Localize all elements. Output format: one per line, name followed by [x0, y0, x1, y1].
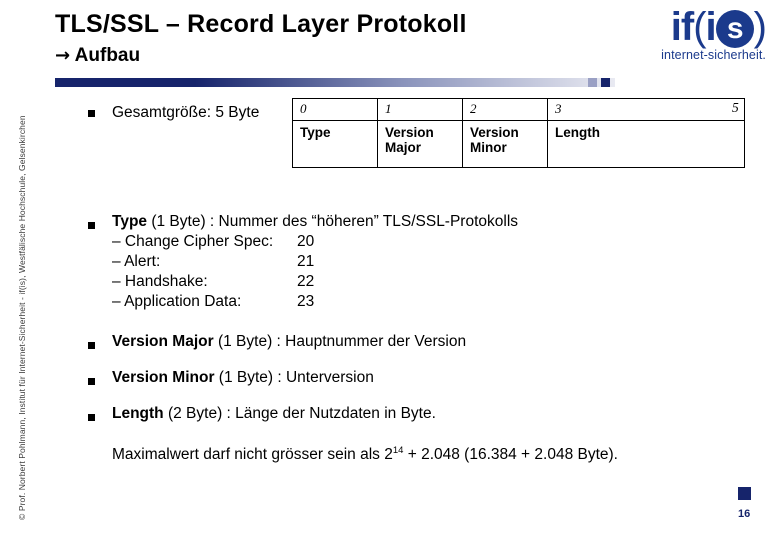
- field-vmin-line1: Version: [470, 125, 519, 140]
- field-vmin-line2: Minor: [470, 140, 507, 155]
- page-number: 16: [738, 508, 751, 520]
- sublist-value-3: 23: [297, 293, 315, 310]
- bullet-5-rest: (2 Byte) : Länge der Nutzdaten in Byte.: [163, 405, 436, 422]
- bullet-3-rest: (1 Byte) : Hauptnummer der Version: [213, 333, 467, 350]
- field-cell-type: Type: [292, 120, 378, 168]
- bullet-text-5: Length (2 Byte) : Länge der Nutzdaten in…: [112, 404, 732, 424]
- offset-cell-1: 1: [377, 98, 463, 121]
- bullet-text-4: Version Minor (1 Byte) : Unterversion: [112, 368, 732, 388]
- bullet-marker-5: [88, 414, 95, 421]
- logo-if-text: if: [670, 5, 694, 49]
- header-divider-bar: [55, 78, 615, 87]
- table-row-fields: Type Version Major Version Minor Length: [292, 120, 745, 168]
- page-subtitle: → Aufbau: [55, 44, 615, 68]
- logo-i-text: i: [705, 5, 717, 49]
- bullet-3-bold: Version Major: [112, 333, 214, 350]
- footer-square: [738, 487, 751, 500]
- bullet-text-1: Gesamtgröße: 5 Byte: [112, 104, 260, 121]
- bullet-4-rest: (1 Byte) : Unterversion: [214, 369, 374, 386]
- arrow-icon: →: [55, 45, 71, 66]
- divider-square-dark: [601, 78, 610, 87]
- sublist-label-2: – Handshake:: [112, 273, 208, 290]
- record-layer-table: 0 1 2 3 Type Version Major Version Minor L…: [292, 98, 745, 168]
- offset-cell-0: 0: [292, 98, 378, 121]
- sublist-value-2: 22: [297, 273, 315, 290]
- logo-s-circle: s: [715, 10, 754, 48]
- sublist-value-0: 20: [297, 233, 315, 250]
- side-credit: © Prof. Norbert Pohlmann, Institut für I…: [17, 115, 27, 520]
- offset-cell-3: 3: [547, 98, 745, 121]
- field-length-line1: Length: [555, 125, 600, 140]
- offset-end-label: 5: [732, 100, 739, 115]
- note-part2: + 2.048 (16.384 + 2.048 Byte).: [403, 446, 618, 463]
- sublist-label-0: – Change Cipher Spec:: [112, 233, 274, 250]
- field-type-line1: Type: [300, 125, 331, 140]
- sublist-label-3: – Application Data:: [112, 293, 242, 310]
- divider-square-light: [588, 78, 597, 87]
- bullet-marker-2: [88, 222, 95, 229]
- logo-tagline: internet-sicherheit.: [661, 48, 766, 62]
- bullet-marker-4: [88, 378, 95, 385]
- field-vmaj-line2: Major: [385, 140, 422, 155]
- bullet-2-bold: Type: [112, 213, 148, 230]
- field-vmaj-line1: Version: [385, 125, 434, 140]
- field-cell-version-major: Version Major: [377, 120, 463, 168]
- sublist-label-1: – Alert:: [112, 253, 161, 270]
- bullet-5-bold: Length: [112, 405, 164, 422]
- logo: if(i s) internet-sicherheit.: [570, 4, 770, 76]
- bullet-4-bold: Version Minor: [112, 369, 215, 386]
- page-title: TLS/SSL – Record Layer Protokoll: [55, 10, 467, 38]
- max-value-note: Maximalwert darf nicht grösser sein als …: [112, 445, 762, 465]
- note-part1: Maximalwert darf nicht grösser sein als …: [112, 446, 393, 463]
- logo-wordmark: if(i s): [570, 4, 770, 50]
- field-cell-length: Length: [547, 120, 745, 168]
- bullet-2-rest: (1 Byte) : Nummer des “höheren” TLS/SSL-…: [147, 213, 519, 230]
- logo-paren-close: ): [753, 5, 767, 49]
- logo-paren-open: (: [693, 5, 706, 49]
- note-exponent: 14: [392, 444, 404, 456]
- page-subtitle-text: Aufbau: [74, 45, 141, 66]
- bullet-marker-1: [88, 110, 95, 117]
- bullet-text-3: Version Major (1 Byte) : Hauptnummer der…: [112, 332, 732, 352]
- field-cell-version-minor: Version Minor: [462, 120, 548, 168]
- bullet-marker-3: [88, 342, 95, 349]
- table-row-offsets: 0 1 2 3: [292, 98, 745, 121]
- offset-cell-2: 2: [462, 98, 548, 121]
- sublist-value-1: 21: [297, 253, 315, 270]
- slide-root: TLS/SSL – Record Layer Protokoll → Aufba…: [0, 0, 780, 540]
- bullet-text-2: Type (1 Byte) : Nummer des “höheren” TLS…: [112, 212, 732, 232]
